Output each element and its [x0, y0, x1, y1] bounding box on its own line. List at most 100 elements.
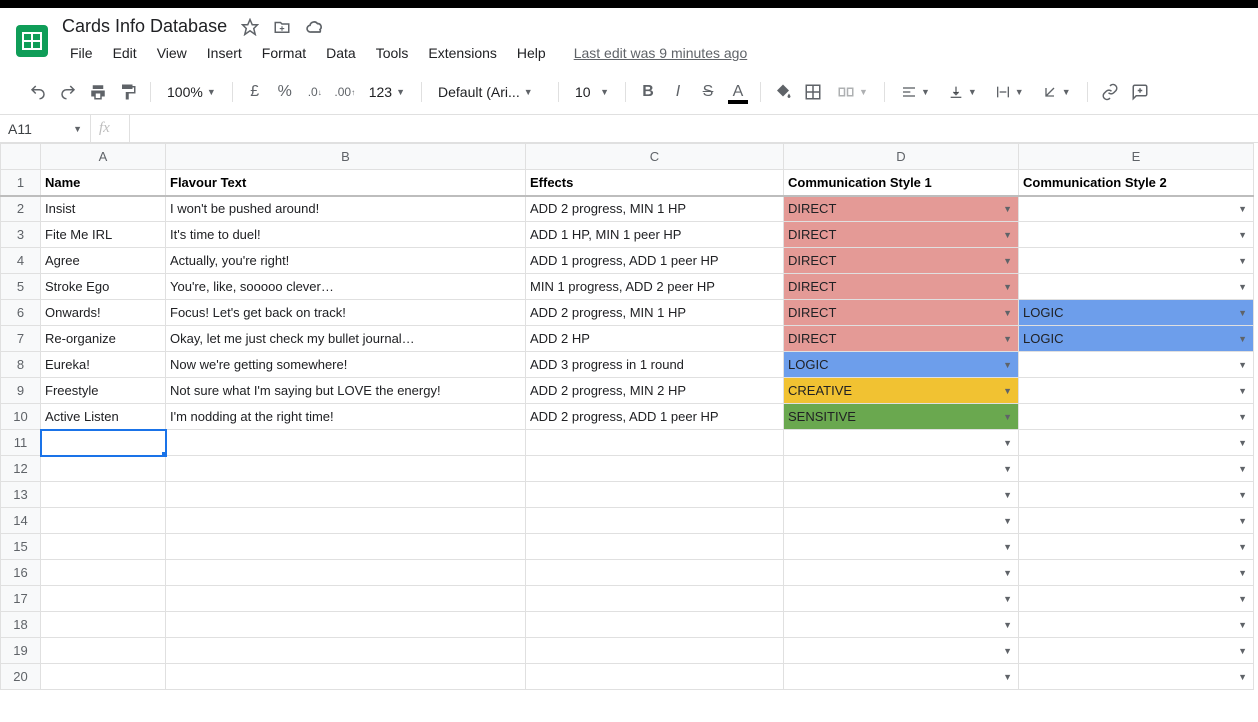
fill-color-button[interactable] [769, 78, 797, 106]
dropdown-cell[interactable]: DIRECT▼ [784, 222, 1019, 248]
row-header[interactable]: 11 [1, 430, 41, 456]
menu-insert[interactable]: Insert [199, 41, 250, 65]
dropdown-cell[interactable]: CREATIVE▼ [784, 378, 1019, 404]
cell[interactable] [166, 560, 526, 586]
move-icon[interactable] [273, 18, 291, 36]
vertical-align-button[interactable]: ▼ [940, 80, 985, 104]
formula-bar-input[interactable] [130, 115, 1258, 142]
insert-comment-button[interactable] [1126, 78, 1154, 106]
dropdown-cell[interactable]: ▼ [784, 430, 1019, 456]
cell[interactable]: Effects [526, 170, 784, 196]
cell[interactable] [166, 534, 526, 560]
row-header[interactable]: 20 [1, 664, 41, 690]
column-header-B[interactable]: B [166, 144, 526, 170]
cell[interactable]: Freestyle [41, 378, 166, 404]
cell[interactable]: ADD 2 progress, MIN 2 HP [526, 378, 784, 404]
print-button[interactable] [84, 78, 112, 106]
cell[interactable] [526, 560, 784, 586]
dropdown-cell[interactable]: DIRECT▼ [784, 196, 1019, 222]
cell[interactable] [166, 638, 526, 664]
decrease-decimal-button[interactable]: .0↓ [301, 78, 329, 106]
borders-button[interactable] [799, 78, 827, 106]
cell[interactable]: It's time to duel! [166, 222, 526, 248]
dropdown-cell[interactable]: ▼ [1019, 586, 1254, 612]
menu-extensions[interactable]: Extensions [420, 41, 504, 65]
dropdown-cell[interactable]: ▼ [1019, 378, 1254, 404]
dropdown-cell[interactable]: DIRECT▼ [784, 248, 1019, 274]
row-header[interactable]: 8 [1, 352, 41, 378]
row-header[interactable]: 2 [1, 196, 41, 222]
horizontal-align-button[interactable]: ▼ [893, 80, 938, 104]
cell[interactable]: I'm nodding at the right time! [166, 404, 526, 430]
row-header[interactable]: 18 [1, 612, 41, 638]
dropdown-cell[interactable]: LOGIC▼ [784, 352, 1019, 378]
strikethrough-button[interactable]: S [694, 78, 722, 106]
dropdown-cell[interactable]: ▼ [1019, 612, 1254, 638]
font-size-dropdown[interactable]: 10▼ [567, 80, 617, 104]
cell[interactable]: Active Listen [41, 404, 166, 430]
row-header[interactable]: 16 [1, 560, 41, 586]
dropdown-cell[interactable]: ▼ [1019, 248, 1254, 274]
dropdown-cell[interactable]: ▼ [784, 612, 1019, 638]
italic-button[interactable]: I [664, 78, 692, 106]
menu-file[interactable]: File [62, 41, 101, 65]
dropdown-cell[interactable]: ▼ [784, 586, 1019, 612]
cell[interactable]: Fite Me IRL [41, 222, 166, 248]
cell[interactable] [166, 482, 526, 508]
last-edit-link[interactable]: Last edit was 9 minutes ago [574, 45, 748, 61]
cell[interactable]: ADD 2 progress, ADD 1 peer HP [526, 404, 784, 430]
cell[interactable] [526, 508, 784, 534]
cell[interactable] [526, 534, 784, 560]
dropdown-cell[interactable]: ▼ [1019, 352, 1254, 378]
cell[interactable]: You're, like, sooooo clever… [166, 274, 526, 300]
cell[interactable] [41, 586, 166, 612]
font-dropdown[interactable]: Default (Ari...▼ [430, 80, 550, 104]
menu-edit[interactable]: Edit [105, 41, 145, 65]
row-header[interactable]: 9 [1, 378, 41, 404]
cell[interactable]: MIN 1 progress, ADD 2 peer HP [526, 274, 784, 300]
menu-tools[interactable]: Tools [368, 41, 417, 65]
insert-link-button[interactable] [1096, 78, 1124, 106]
dropdown-cell[interactable]: ▼ [1019, 534, 1254, 560]
dropdown-cell[interactable]: ▼ [1019, 274, 1254, 300]
name-box[interactable]: A11▼ [0, 121, 90, 137]
row-header[interactable]: 5 [1, 274, 41, 300]
cell[interactable]: Communication Style 2 [1019, 170, 1254, 196]
column-header-C[interactable]: C [526, 144, 784, 170]
dropdown-cell[interactable]: DIRECT▼ [784, 274, 1019, 300]
dropdown-cell[interactable]: ▼ [784, 560, 1019, 586]
cell[interactable]: Name [41, 170, 166, 196]
cell[interactable]: Insist [41, 196, 166, 222]
text-color-button[interactable]: A [724, 78, 752, 106]
dropdown-cell[interactable]: ▼ [784, 664, 1019, 690]
dropdown-cell[interactable]: ▼ [1019, 404, 1254, 430]
row-header[interactable]: 19 [1, 638, 41, 664]
redo-button[interactable] [54, 78, 82, 106]
row-header[interactable]: 6 [1, 300, 41, 326]
cell[interactable] [41, 612, 166, 638]
cell[interactable] [166, 586, 526, 612]
row-header[interactable]: 3 [1, 222, 41, 248]
cell[interactable] [41, 482, 166, 508]
dropdown-cell[interactable]: ▼ [1019, 638, 1254, 664]
text-rotation-button[interactable]: ▼ [1034, 80, 1079, 104]
dropdown-cell[interactable]: ▼ [1019, 560, 1254, 586]
cell[interactable]: ADD 2 progress, MIN 1 HP [526, 300, 784, 326]
cell[interactable]: Okay, let me just check my bullet journa… [166, 326, 526, 352]
select-all-corner[interactable] [1, 144, 41, 170]
row-header[interactable]: 10 [1, 404, 41, 430]
row-header[interactable]: 7 [1, 326, 41, 352]
increase-decimal-button[interactable]: .00↑ [331, 78, 359, 106]
column-header-E[interactable]: E [1019, 144, 1254, 170]
cell[interactable]: Not sure what I'm saying but LOVE the en… [166, 378, 526, 404]
cell[interactable] [166, 508, 526, 534]
cell[interactable] [526, 664, 784, 690]
sheets-logo[interactable] [12, 16, 52, 66]
dropdown-cell[interactable]: ▼ [1019, 482, 1254, 508]
dropdown-cell[interactable]: ▼ [784, 638, 1019, 664]
cell[interactable] [526, 430, 784, 456]
dropdown-cell[interactable]: ▼ [1019, 664, 1254, 690]
cell[interactable]: Re-organize [41, 326, 166, 352]
dropdown-cell[interactable]: DIRECT▼ [784, 300, 1019, 326]
cell[interactable] [166, 612, 526, 638]
